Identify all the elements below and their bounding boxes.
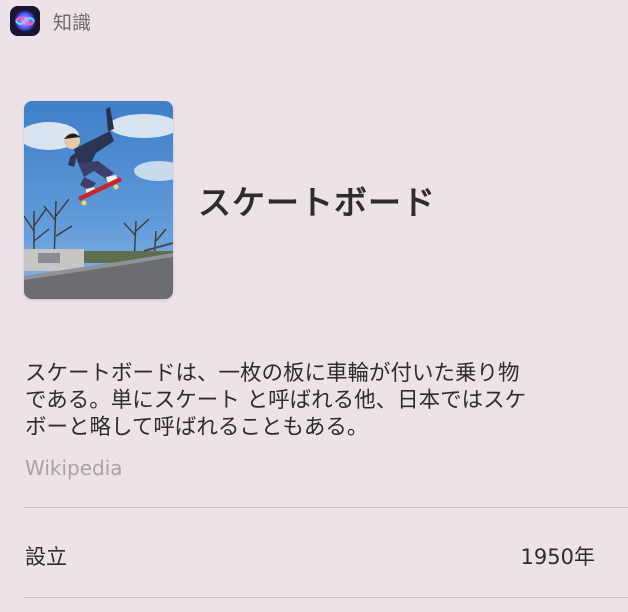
siri-icon[interactable] bbox=[10, 6, 40, 36]
source-link[interactable]: Wikipedia bbox=[25, 456, 123, 480]
header-title: 知識 bbox=[53, 11, 92, 34]
divider bbox=[24, 597, 628, 598]
knowledge-panel: 知識 スケートボード スケートボードは、一枚の板に車輪が付いた乗り物 である。単… bbox=[0, 0, 628, 612]
description-line: スケートボードは、一枚の板に車輪が付いた乗り物 bbox=[25, 361, 520, 386]
skateboarder-photo[interactable] bbox=[24, 101, 173, 299]
fact-value: 1950年 bbox=[520, 545, 595, 569]
fact-label: 設立 bbox=[25, 545, 67, 569]
entity-title: スケートボード bbox=[198, 183, 436, 222]
divider bbox=[24, 507, 628, 508]
description-line: ボーと略して呼ばれることもある。 bbox=[25, 415, 369, 440]
entity-description: スケートボードは、一枚の板に車輪が付いた乗り物 である。単にスケート と呼ばれる… bbox=[25, 360, 595, 441]
description-line: である。単にスケート と呼ばれる他、日本ではスケ bbox=[25, 388, 527, 413]
fact-row: 設立 1950年 bbox=[25, 540, 595, 572]
header: 知識 bbox=[10, 5, 91, 37]
